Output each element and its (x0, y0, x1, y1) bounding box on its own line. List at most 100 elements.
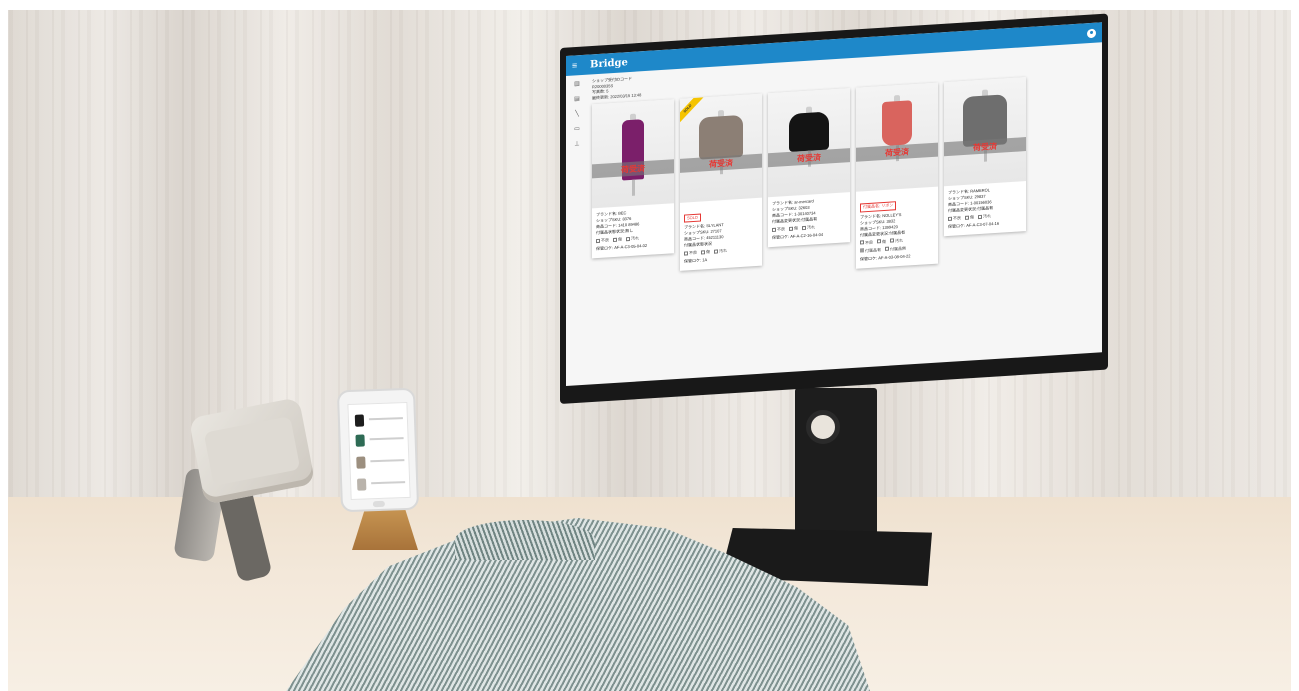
checkbox-label: 傷 (706, 248, 710, 255)
product-photo: 荷受済 (944, 77, 1026, 187)
checkbox[interactable] (596, 238, 600, 244)
shirt-collar (455, 520, 595, 560)
item-card[interactable]: 荷受済 ブランド名: BEC ショップSKU: 8376 商品コード: 1410 89… (592, 99, 674, 259)
checkbox-label: 付属品無 (890, 245, 906, 252)
condition-check[interactable]: 不良 (772, 226, 785, 233)
stand-cable-hole (806, 410, 840, 444)
card-tag: SOLD (684, 213, 701, 223)
phone-thumb (356, 478, 367, 491)
card-details: ブランド名: RAMEROL ショップSKU: 29837 商品コード: 1-001… (944, 181, 1026, 230)
checkbox[interactable] (860, 248, 864, 253)
condition-check[interactable]: 傷 (877, 238, 886, 245)
condition-check[interactable]: 不良 (860, 239, 873, 246)
account-icon[interactable] (1087, 28, 1096, 38)
smartphone (336, 387, 420, 513)
checkbox-label: 汚れ (631, 235, 639, 241)
truck-icon[interactable]: ▭ (574, 126, 581, 132)
photo-scene: ≡ Bridge ▥ ▤ ╲ ▭ ⊥ ショップ受付IDコード R2000035S… (0, 0, 1299, 691)
mannequin-stand (631, 179, 635, 196)
checkbox[interactable] (860, 240, 864, 245)
checkbox-label: 傷 (618, 236, 622, 242)
chart-icon[interactable]: ▥ (574, 81, 581, 87)
phone-list-item (355, 477, 407, 493)
condition-check[interactable]: 汚れ (802, 224, 815, 231)
checkbox-label: 傷 (970, 214, 974, 220)
condition-check[interactable]: 不良 (948, 215, 961, 222)
checkbox[interactable] (802, 225, 806, 231)
phone-list-item (353, 413, 405, 429)
checkbox[interactable] (613, 237, 617, 242)
checkbox-label: 不良 (953, 215, 961, 221)
condition-check[interactable]: 不良 (596, 237, 609, 244)
phone-list-item (354, 455, 406, 471)
checkbox-label: 傷 (794, 225, 798, 231)
checkbox[interactable] (978, 214, 982, 220)
checkbox-label: 不良 (689, 249, 697, 256)
garment (699, 114, 743, 160)
product-photo: 荷受済 SOLD (680, 93, 762, 203)
garment (789, 111, 829, 152)
condition-check[interactable]: 傷 (701, 249, 710, 256)
product-photo: 荷受済 (768, 88, 850, 198)
condition-check[interactable]: 汚れ (714, 248, 727, 255)
condition-check[interactable]: 傷 (965, 214, 974, 221)
card-details: ブランド名: ar-mercard ショップSKU: 32603 商品コード: 1-… (768, 192, 850, 241)
checkbox-label: 不良 (777, 226, 785, 232)
checkbox[interactable] (877, 239, 881, 244)
checkbox-label: 汚れ (895, 237, 903, 243)
phone-home-button (372, 500, 385, 508)
card-details: 付属品名: リボン ブランド名: NOLLEY'S ショップSKU: 3832 商品コ… (856, 187, 938, 263)
item-card[interactable]: 荷受済 ブランド名: RAMEROL ショップSKU: 29837 商品コード: 1-… (944, 77, 1026, 237)
card-details: SOLD ブランド名: SLYLANT ショップSKU: 27107 商品コード: 4… (680, 198, 762, 265)
checkbox-label: 汚れ (719, 247, 727, 254)
item-card[interactable]: 荷受済 付属品名: リボン ブランド名: NOLLEY'S ショップSKU: 3832… (856, 82, 938, 269)
checkbox[interactable] (885, 247, 889, 252)
phone-text-line (369, 437, 404, 441)
condition-check[interactable]: 汚れ (978, 213, 991, 220)
phone-thumb (356, 456, 366, 469)
phone-thumb (354, 414, 365, 427)
monitor-screen: ≡ Bridge ▥ ▤ ╲ ▭ ⊥ ショップ受付IDコード R2000035S… (566, 22, 1102, 386)
checkbox[interactable] (948, 216, 952, 221)
accessory-check[interactable]: 付属品無 (885, 245, 906, 252)
item-card-list: 荷受済 ブランド名: BEC ショップSKU: 8376 商品コード: 1410 89… (592, 73, 1096, 285)
checkbox-label: 不良 (601, 237, 609, 243)
condition-check[interactable]: 傷 (789, 225, 798, 232)
pin-icon[interactable]: ⊥ (574, 141, 581, 147)
phone-list-item (353, 433, 405, 449)
phone-text-line (371, 481, 406, 485)
checkbox-label: 付属品有 (865, 246, 881, 253)
store-icon[interactable]: ▤ (574, 96, 581, 102)
checkbox[interactable] (714, 249, 718, 254)
tag-icon[interactable]: ╲ (574, 111, 581, 117)
card-details: ブランド名: BEC ショップSKU: 8376 商品コード: 1410 89486… (592, 203, 674, 252)
checkbox[interactable] (772, 227, 776, 232)
checkbox-label: 汚れ (983, 213, 991, 219)
checkbox[interactable] (789, 226, 793, 231)
garment (882, 100, 912, 147)
checkbox[interactable] (701, 250, 705, 255)
item-card[interactable]: 荷受済 ブランド名: ar-mercard ショップSKU: 32603 商品コード:… (768, 88, 850, 248)
menu-icon[interactable]: ≡ (572, 60, 586, 70)
checkbox[interactable] (684, 251, 688, 256)
product-photo: 荷受済 (856, 82, 938, 192)
checkbox[interactable] (626, 236, 630, 242)
condition-check[interactable]: 傷 (613, 236, 622, 243)
checkbox[interactable] (890, 238, 894, 244)
app-title: Bridge (590, 56, 628, 70)
side-nav: ▥ ▤ ╲ ▭ ⊥ (566, 75, 588, 386)
checkbox[interactable] (965, 215, 969, 220)
condition-check[interactable]: 不良 (684, 250, 697, 257)
item-card[interactable]: 荷受済 SOLD SOLD ブランド名: SLYLANT ショップSKU: 27107 商… (680, 93, 762, 271)
checkbox-label: 汚れ (807, 224, 815, 230)
product-photo: 荷受済 (592, 99, 674, 209)
checkbox-label: 傷 (882, 238, 886, 244)
phone-thumb (355, 434, 365, 447)
card-tag: 付属品名: リボン (860, 200, 897, 213)
main-content: ショップ受付IDコード R2000035S 写真数: 5 最終更新: 2022/… (588, 42, 1102, 384)
accessory-check[interactable]: 付属品有 (860, 247, 881, 254)
condition-check[interactable]: 汚れ (890, 237, 903, 244)
condition-check[interactable]: 汚れ (626, 235, 639, 242)
phone-text-line (368, 417, 403, 421)
phone-text-line (370, 459, 405, 463)
